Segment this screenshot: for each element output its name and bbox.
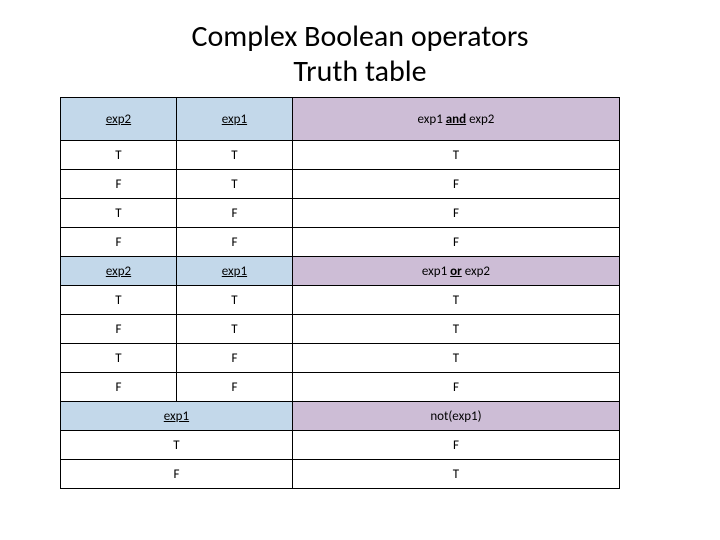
not-header-exp1: exp1 [61,402,293,431]
cell-result: T [292,286,619,315]
title-line-1: Complex Boolean operators [191,18,528,55]
cell-exp1: T [176,170,292,199]
cell-result: T [292,315,619,344]
cell-exp1: T [176,141,292,170]
and-header-exp1: exp1 [176,98,292,141]
cell-exp1: T [61,431,293,460]
cell-result: T [292,141,619,170]
table-row: TTT [61,141,620,170]
cell-exp2: F [61,315,177,344]
cell-exp1: T [176,315,292,344]
and-header-exp2: exp2 [61,98,177,141]
or-header-row: exp2 exp1 exp1 or exp2 [61,257,620,286]
cell-exp1: F [176,228,292,257]
not-header-result: not(exp1) [292,402,619,431]
cell-result: F [292,373,619,402]
or-header-exp1: exp1 [176,257,292,286]
cell-exp2: F [61,373,177,402]
cell-exp1: F [176,199,292,228]
slide-title: Complex Boolean operators Truth table [50,20,670,89]
cell-exp2: F [61,170,177,199]
cell-result: F [292,170,619,199]
table-row: FFF [61,228,620,257]
slide: Complex Boolean operators Truth table ex… [0,0,720,489]
cell-exp2: T [61,286,177,315]
table-row: TFF [61,199,620,228]
cell-result: F [292,228,619,257]
cell-exp1: T [176,286,292,315]
cell-result: F [292,199,619,228]
table-row: FFF [61,373,620,402]
table-row: TTT [61,286,620,315]
not-header-row: exp1 not(exp1) [61,402,620,431]
cell-result: T [292,460,619,489]
and-header-row: exp2 exp1 exp1 and exp2 [61,98,620,141]
cell-exp2: T [61,199,177,228]
table-row: FT [61,460,620,489]
table-row: FTT [61,315,620,344]
or-header-result: exp1 or exp2 [292,257,619,286]
cell-result: F [292,431,619,460]
or-header-exp2: exp2 [61,257,177,286]
cell-exp2: T [61,141,177,170]
table-row: TF [61,431,620,460]
truth-table: exp2 exp1 exp1 and exp2 TTT FTF TFF FFF … [60,97,620,489]
cell-result: T [292,344,619,373]
cell-exp2: T [61,344,177,373]
title-line-2: Truth table [293,53,426,90]
cell-exp1: F [176,344,292,373]
table-row: FTF [61,170,620,199]
cell-exp1: F [61,460,293,489]
table-row: TFT [61,344,620,373]
and-header-result: exp1 and exp2 [292,98,619,141]
cell-exp2: F [61,228,177,257]
cell-exp1: F [176,373,292,402]
